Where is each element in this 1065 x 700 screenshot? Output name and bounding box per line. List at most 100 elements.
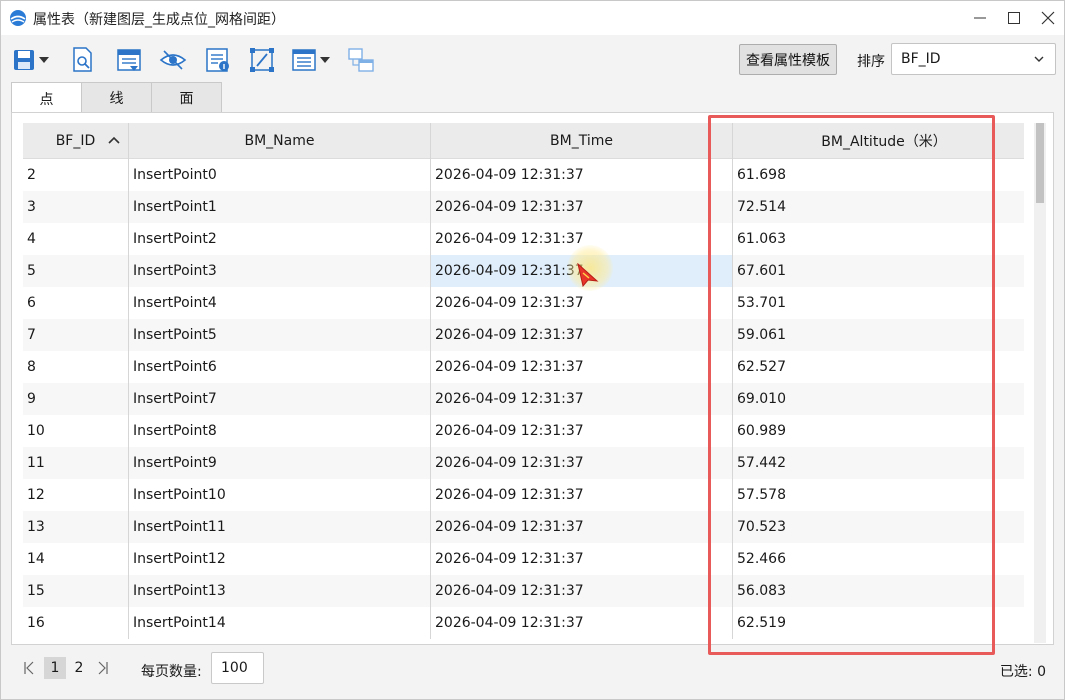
- table-row[interactable]: 6 InsertPoint4 2026-04-09 12:31:37 53.701: [23, 287, 1024, 319]
- cell-bm-name[interactable]: InsertPoint6: [129, 351, 431, 383]
- save-button[interactable]: [12, 44, 49, 76]
- cell-bm-name[interactable]: InsertPoint5: [129, 319, 431, 351]
- cell-bf-id[interactable]: 9: [23, 383, 129, 415]
- cell-bf-id[interactable]: 5: [23, 255, 129, 287]
- cell-bm-time[interactable]: 2026-04-09 12:31:37: [431, 415, 733, 447]
- per-page-input[interactable]: 100: [211, 652, 264, 684]
- visibility-button[interactable]: [159, 44, 187, 76]
- page-2-button[interactable]: 2: [68, 657, 90, 679]
- cell-bm-altitude[interactable]: 56.083: [733, 575, 1024, 607]
- column-header-bf-id[interactable]: BF_ID: [23, 123, 129, 159]
- cell-bm-time[interactable]: 2026-04-09 12:31:37: [431, 287, 733, 319]
- table-row[interactable]: 15 InsertPoint13 2026-04-09 12:31:37 56.083: [23, 575, 1024, 607]
- link-window-button[interactable]: [347, 44, 375, 76]
- sort-field-select[interactable]: BF_ID: [891, 43, 1056, 75]
- column-header-bm-time[interactable]: BM_Time: [431, 123, 733, 159]
- cell-bf-id[interactable]: 13: [23, 511, 129, 543]
- cell-bm-name[interactable]: InsertPoint0: [129, 159, 431, 191]
- cell-bm-name[interactable]: InsertPoint13: [129, 575, 431, 607]
- cell-bm-name[interactable]: InsertPoint14: [129, 607, 431, 639]
- edit-shape-button[interactable]: [249, 44, 275, 76]
- minimize-button[interactable]: [963, 3, 997, 33]
- last-page-icon[interactable]: [97, 661, 109, 675]
- table-row[interactable]: 12 InsertPoint10 2026-04-09 12:31:37 57.578: [23, 479, 1024, 511]
- zoom-to-button[interactable]: [71, 44, 95, 76]
- cell-bm-name[interactable]: InsertPoint8: [129, 415, 431, 447]
- cell-bf-id[interactable]: 10: [23, 415, 129, 447]
- cell-bm-altitude[interactable]: 57.578: [733, 479, 1024, 511]
- cell-bf-id[interactable]: 14: [23, 543, 129, 575]
- cell-bm-altitude[interactable]: 52.466: [733, 543, 1024, 575]
- cell-bm-time[interactable]: 2026-04-09 12:31:37: [431, 383, 733, 415]
- cell-bm-name[interactable]: InsertPoint4: [129, 287, 431, 319]
- table-row[interactable]: 7 InsertPoint5 2026-04-09 12:31:37 59.061: [23, 319, 1024, 351]
- cell-bm-altitude[interactable]: 59.061: [733, 319, 1024, 351]
- column-header-bm-altitude[interactable]: BM_Altitude（米）: [733, 123, 1024, 159]
- cell-bm-time[interactable]: 2026-04-09 12:31:37: [431, 575, 733, 607]
- field-list-button[interactable]: [116, 44, 142, 76]
- cell-bm-time[interactable]: 2026-04-09 12:31:37: [431, 159, 733, 191]
- column-settings-button[interactable]: [291, 44, 330, 76]
- cell-bm-altitude[interactable]: 60.989: [733, 415, 1024, 447]
- cell-bm-name[interactable]: InsertPoint10: [129, 479, 431, 511]
- cell-bf-id[interactable]: 3: [23, 191, 129, 223]
- table-row[interactable]: 4 InsertPoint2 2026-04-09 12:31:37 61.063: [23, 223, 1024, 255]
- cell-bm-time[interactable]: 2026-04-09 12:31:37: [431, 319, 733, 351]
- column-header-bm-name[interactable]: BM_Name: [129, 123, 431, 159]
- cell-bf-id[interactable]: 8: [23, 351, 129, 383]
- cell-bf-id[interactable]: 6: [23, 287, 129, 319]
- cell-bm-name[interactable]: InsertPoint11: [129, 511, 431, 543]
- cell-bm-altitude[interactable]: 61.698: [733, 159, 1024, 191]
- cell-bf-id[interactable]: 7: [23, 319, 129, 351]
- cell-bm-altitude[interactable]: 67.601: [733, 255, 1024, 287]
- cell-bf-id[interactable]: 16: [23, 607, 129, 639]
- cell-bm-time[interactable]: 2026-04-09 12:31:37: [431, 543, 733, 575]
- table-row[interactable]: 5 InsertPoint3 2026-04-09 12:31:37 67.601: [23, 255, 1024, 287]
- maximize-button[interactable]: [997, 3, 1031, 33]
- first-page-icon[interactable]: [23, 661, 35, 675]
- cell-bf-id[interactable]: 15: [23, 575, 129, 607]
- cell-bf-id[interactable]: 4: [23, 223, 129, 255]
- cell-bm-time[interactable]: 2026-04-09 12:31:37: [431, 607, 733, 639]
- tab-line[interactable]: 线: [81, 82, 152, 113]
- cell-bm-altitude[interactable]: 69.010: [733, 383, 1024, 415]
- vertical-scrollbar[interactable]: [1034, 123, 1046, 643]
- attribute-info-button[interactable]: [205, 44, 231, 76]
- cell-bm-altitude[interactable]: 53.701: [733, 287, 1024, 319]
- cell-bf-id[interactable]: 12: [23, 479, 129, 511]
- cell-bm-altitude[interactable]: 62.519: [733, 607, 1024, 639]
- tab-point[interactable]: 点: [11, 82, 82, 114]
- cell-bf-id[interactable]: 2: [23, 159, 129, 191]
- scrollbar-thumb[interactable]: [1036, 123, 1044, 203]
- cell-bm-name[interactable]: InsertPoint12: [129, 543, 431, 575]
- table-row[interactable]: 16 InsertPoint14 2026-04-09 12:31:37 62.519: [23, 607, 1024, 639]
- table-row[interactable]: 10 InsertPoint8 2026-04-09 12:31:37 60.989: [23, 415, 1024, 447]
- cell-bm-time[interactable]: 2026-04-09 12:31:37: [431, 479, 733, 511]
- cell-bm-name[interactable]: InsertPoint3: [129, 255, 431, 287]
- table-row[interactable]: 11 InsertPoint9 2026-04-09 12:31:37 57.442: [23, 447, 1024, 479]
- table-row[interactable]: 8 InsertPoint6 2026-04-09 12:31:37 62.527: [23, 351, 1024, 383]
- cell-bm-time[interactable]: 2026-04-09 12:31:37: [431, 511, 733, 543]
- cell-bm-name[interactable]: InsertPoint1: [129, 191, 431, 223]
- cell-bm-time[interactable]: 2026-04-09 12:31:37: [431, 191, 733, 223]
- table-row[interactable]: 9 InsertPoint7 2026-04-09 12:31:37 69.010: [23, 383, 1024, 415]
- view-attribute-template-button[interactable]: 查看属性模板: [739, 44, 837, 75]
- table-row[interactable]: 14 InsertPoint12 2026-04-09 12:31:37 52.466: [23, 543, 1024, 575]
- cell-bm-altitude[interactable]: 61.063: [733, 223, 1024, 255]
- cell-bm-altitude[interactable]: 57.442: [733, 447, 1024, 479]
- cell-bm-name[interactable]: InsertPoint9: [129, 447, 431, 479]
- cell-bm-altitude[interactable]: 72.514: [733, 191, 1024, 223]
- cell-bm-altitude[interactable]: 70.523: [733, 511, 1024, 543]
- page-1-button[interactable]: 1: [44, 657, 66, 679]
- cell-bm-altitude[interactable]: 62.527: [733, 351, 1024, 383]
- table-row[interactable]: 2 InsertPoint0 2026-04-09 12:31:37 61.698: [23, 159, 1024, 191]
- cell-bm-time[interactable]: 2026-04-09 12:31:37: [431, 447, 733, 479]
- cell-bf-id[interactable]: 11: [23, 447, 129, 479]
- cell-bm-time[interactable]: 2026-04-09 12:31:37: [431, 351, 733, 383]
- tab-polygon[interactable]: 面: [151, 82, 222, 113]
- cell-bm-name[interactable]: InsertPoint2: [129, 223, 431, 255]
- table-row[interactable]: 13 InsertPoint11 2026-04-09 12:31:37 70.523: [23, 511, 1024, 543]
- close-button[interactable]: [1031, 3, 1065, 33]
- table-row[interactable]: 3 InsertPoint1 2026-04-09 12:31:37 72.514: [23, 191, 1024, 223]
- cell-bm-name[interactable]: InsertPoint7: [129, 383, 431, 415]
